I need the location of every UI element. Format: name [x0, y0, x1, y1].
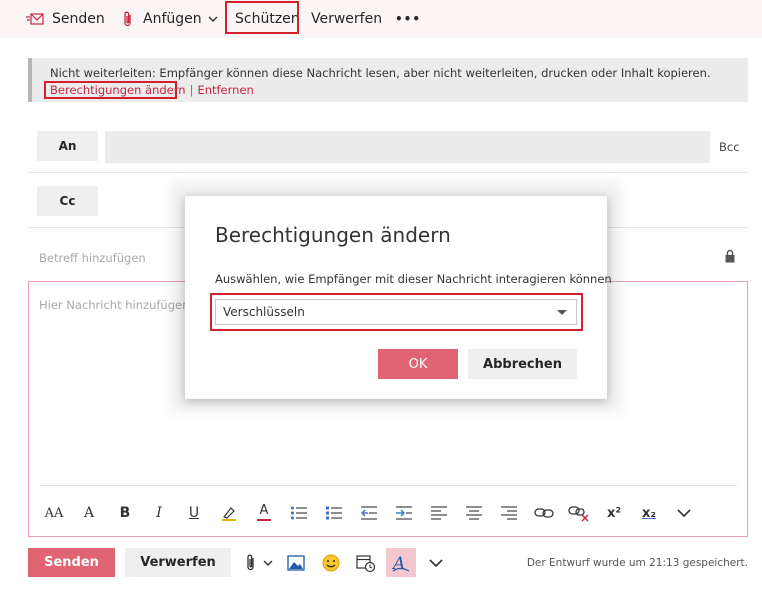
to-input[interactable] [105, 131, 710, 163]
attach-command-label: Anfügen [143, 11, 202, 27]
bullets-icon[interactable] [287, 502, 311, 524]
chevron-down-icon[interactable] [428, 552, 444, 574]
cancel-button[interactable]: Abbrechen [468, 349, 577, 379]
dialog-title: Berechtigungen ändern [215, 223, 451, 247]
subscript-icon[interactable]: x₂ [637, 502, 661, 524]
send-command-label: Senden [52, 11, 105, 27]
font-color-icon[interactable]: A [252, 502, 276, 524]
highlight-box [210, 293, 583, 331]
link-separator: | [189, 83, 194, 97]
discard-command-label: Verwerfen [311, 11, 383, 27]
schedule-icon[interactable] [355, 552, 377, 574]
remove-link[interactable]: Entfernen [197, 83, 253, 97]
cc-button[interactable]: Cc [37, 186, 98, 216]
more-icon[interactable]: ••• [395, 0, 421, 38]
lock-icon [725, 249, 735, 263]
superscript-icon[interactable]: x² [602, 502, 626, 524]
decrease-indent-icon[interactable] [357, 502, 381, 524]
italic-icon[interactable]: I [147, 502, 171, 524]
grow-font-icon[interactable]: A [77, 502, 101, 524]
ok-button[interactable]: OK [378, 349, 458, 379]
increase-indent-icon[interactable] [392, 502, 416, 524]
image-icon[interactable] [285, 552, 307, 574]
underline-icon[interactable]: U [182, 502, 206, 524]
numbering-icon[interactable] [322, 502, 346, 524]
dialog-label: Auswählen, wie Empfänger mit dieser Nach… [215, 272, 612, 286]
highlight-box [44, 81, 177, 99]
send-command[interactable]: Senden [26, 0, 105, 38]
chevron-down-icon[interactable] [208, 15, 218, 23]
bold-icon[interactable]: B [113, 502, 137, 524]
envelope-send-icon [26, 13, 44, 25]
align-left-icon[interactable] [427, 502, 451, 524]
divider [28, 172, 748, 173]
paperclip-icon[interactable] [244, 552, 258, 574]
divider [40, 485, 737, 486]
emoji-icon[interactable] [320, 552, 342, 574]
highlight-box [225, 1, 299, 34]
command-toolbar: Senden Anfügen Schützen Verwerfen ••• [0, 0, 762, 38]
align-center-icon[interactable] [462, 502, 486, 524]
subject-input[interactable]: Betreff hinzufügen [39, 251, 146, 265]
format-icon[interactable]: A [386, 548, 416, 577]
bcc-button[interactable]: Bcc [719, 140, 740, 154]
send-button[interactable]: Senden [28, 548, 115, 577]
infobar-text: Nicht weiterleiten: Empfänger können die… [50, 66, 711, 80]
align-right-icon[interactable] [497, 502, 521, 524]
attach-command[interactable]: Anfügen [122, 0, 218, 38]
to-button[interactable]: An [37, 131, 98, 161]
discard-button[interactable]: Verwerfen [125, 548, 231, 577]
highlight-icon[interactable] [217, 502, 241, 524]
paperclip-icon [124, 11, 131, 27]
font-size-icon[interactable]: AA [42, 502, 66, 524]
remove-link-icon[interactable] [567, 502, 591, 524]
chevron-down-icon[interactable] [261, 552, 275, 574]
draft-saved-status: Der Entwurf wurde um 21:13 gespeichert. [526, 557, 748, 569]
link-icon[interactable] [532, 502, 556, 524]
chevron-down-icon[interactable] [672, 502, 696, 524]
change-permissions-dialog: Berechtigungen ändern Auswählen, wie Emp… [185, 196, 612, 399]
discard-command[interactable]: Verwerfen [311, 0, 382, 38]
